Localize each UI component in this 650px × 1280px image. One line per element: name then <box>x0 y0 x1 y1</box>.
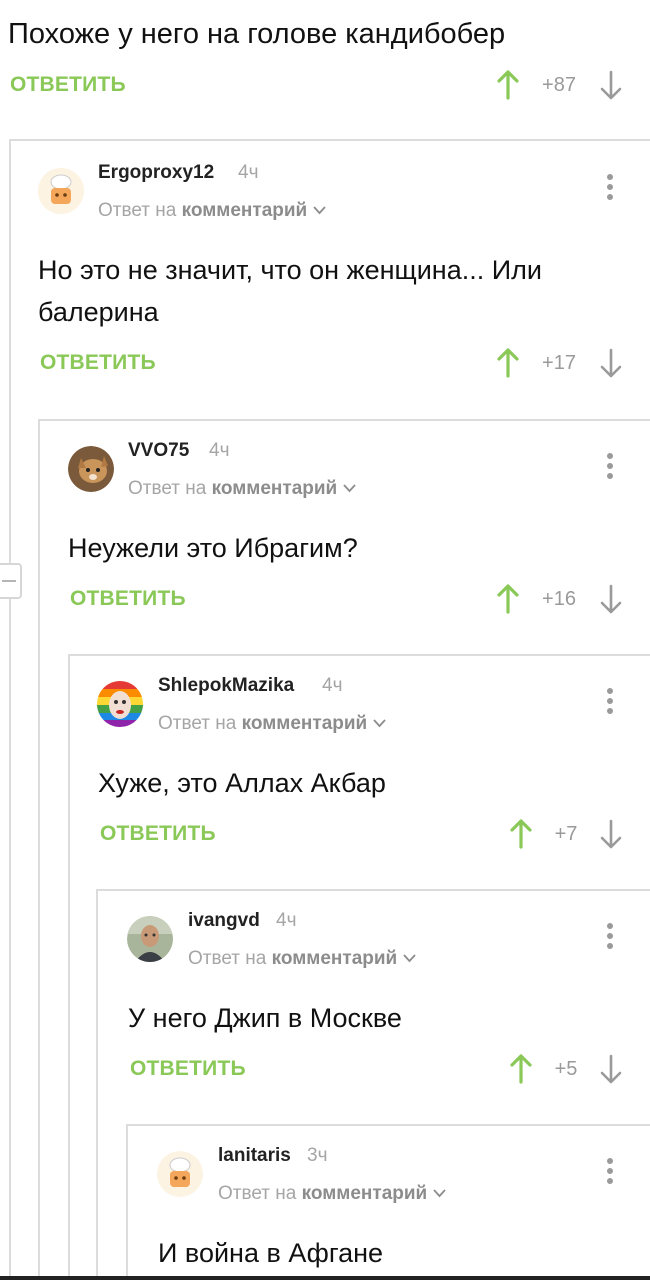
bottom-edge <box>0 1276 650 1280</box>
reply-button[interactable]: ОТВЕТИТЬ <box>10 73 126 97</box>
chevron-down-icon <box>403 954 416 963</box>
comment-text: Хуже, это Аллах Акбар <box>98 768 386 798</box>
comment-author[interactable]: lanitaris <box>218 1145 291 1167</box>
upvote-arrow-icon[interactable] <box>496 348 520 378</box>
vote-count: +16 <box>542 588 576 610</box>
reply-to-link[interactable]: Ответ на комментарий <box>188 948 416 970</box>
upvote-arrow-icon[interactable] <box>496 70 520 100</box>
reply-to-target: комментарий <box>241 713 368 734</box>
downvote-arrow-icon[interactable] <box>599 348 623 378</box>
comment-text: У него Джип в Москве <box>128 1003 402 1033</box>
chevron-down-icon <box>433 1189 446 1198</box>
reply-button[interactable]: ОТВЕТИТЬ <box>130 1057 246 1081</box>
comment-menu-icon[interactable] <box>605 453 615 483</box>
vote-count: +17 <box>542 352 576 374</box>
avatar[interactable] <box>97 681 143 727</box>
comment-menu-icon[interactable] <box>605 1158 615 1188</box>
thread-connector-1 <box>9 139 650 141</box>
avatar[interactable] <box>157 1151 203 1197</box>
avatar[interactable] <box>68 446 114 492</box>
upvote-arrow-icon[interactable] <box>509 1054 533 1084</box>
vote-count: +7 <box>554 823 578 845</box>
comment-time: 4ч <box>276 910 297 931</box>
comment-author[interactable]: VVO75 <box>128 440 189 462</box>
comment-text: Неужели это Ибрагим? <box>68 533 358 563</box>
reply-to-prefix: Ответ на <box>98 200 177 221</box>
comment-menu-icon[interactable] <box>605 923 615 953</box>
upvote-arrow-icon[interactable] <box>509 819 533 849</box>
reply-to-target: комментарий <box>181 200 308 221</box>
reply-to-prefix: Ответ на <box>218 1183 297 1204</box>
reply-to-target: комментарий <box>211 478 338 499</box>
reply-to-target: комментарий <box>301 1183 428 1204</box>
comment-time: 4ч <box>322 675 343 696</box>
thread-connector-3 <box>68 654 650 656</box>
comment-author[interactable]: ivangvd <box>188 910 260 932</box>
comment-time: 3ч <box>307 1145 328 1166</box>
chevron-down-icon <box>343 484 356 493</box>
comment-author[interactable]: ShlepokMazika <box>158 675 294 697</box>
thread-line-level-4 <box>96 890 98 1280</box>
thread-line-level-5 <box>126 1125 128 1280</box>
thread-connector-4 <box>96 889 650 891</box>
upvote-arrow-icon[interactable] <box>496 584 520 614</box>
vote-count: +5 <box>554 1058 578 1080</box>
reply-to-link[interactable]: Ответ на комментарий <box>218 1183 446 1205</box>
thread-connector-5 <box>126 1124 650 1126</box>
man-photo-avatar-icon <box>127 916 173 962</box>
reply-to-link[interactable]: Ответ на комментарий <box>158 713 386 735</box>
thread-line-level-1 <box>9 140 11 1280</box>
reply-to-prefix: Ответ на <box>128 478 207 499</box>
reply-to-prefix: Ответ на <box>158 713 237 734</box>
avatar[interactable] <box>38 168 84 214</box>
chef-hat-avatar-icon <box>38 168 84 214</box>
comment-time: 4ч <box>238 162 259 183</box>
downvote-arrow-icon[interactable] <box>599 1054 623 1084</box>
thread-line-level-2 <box>38 420 40 1280</box>
comment-text: И война в Афгане <box>158 1238 384 1268</box>
rainbow-face-avatar-icon <box>97 681 143 727</box>
downvote-arrow-icon[interactable] <box>599 584 623 614</box>
avatar[interactable] <box>127 916 173 962</box>
reply-to-target: комментарий <box>271 948 398 969</box>
reply-to-link[interactable]: Ответ на комментарий <box>128 478 356 500</box>
downvote-arrow-icon[interactable] <box>599 819 623 849</box>
comment-time: 4ч <box>209 440 230 461</box>
parent-comment-text: Похоже у него на голове кандибобер <box>8 18 506 50</box>
chevron-down-icon <box>373 719 386 728</box>
reply-button[interactable]: ОТВЕТИТЬ <box>100 822 216 846</box>
chef-hat-avatar-icon <box>157 1151 203 1197</box>
reply-to-prefix: Ответ на <box>188 948 267 969</box>
comment-text: Но это не значит, что он женщина... Или … <box>38 255 542 327</box>
reply-button[interactable]: ОТВЕТИТЬ <box>70 587 186 611</box>
collapse-thread-button[interactable] <box>0 563 22 599</box>
vote-count: +87 <box>542 74 576 96</box>
thread-line-level-3 <box>68 655 70 1280</box>
chevron-down-icon <box>313 206 326 215</box>
thread-connector-2 <box>38 419 650 421</box>
cat-avatar-icon <box>68 446 114 492</box>
reply-to-link[interactable]: Ответ на комментарий <box>98 200 326 222</box>
comment-menu-icon[interactable] <box>605 688 615 718</box>
comment-author[interactable]: Ergoproxy12 <box>98 162 214 184</box>
downvote-arrow-icon[interactable] <box>599 70 623 100</box>
reply-button[interactable]: ОТВЕТИТЬ <box>40 351 156 375</box>
minus-icon <box>2 580 16 582</box>
comment-menu-icon[interactable] <box>605 174 615 204</box>
